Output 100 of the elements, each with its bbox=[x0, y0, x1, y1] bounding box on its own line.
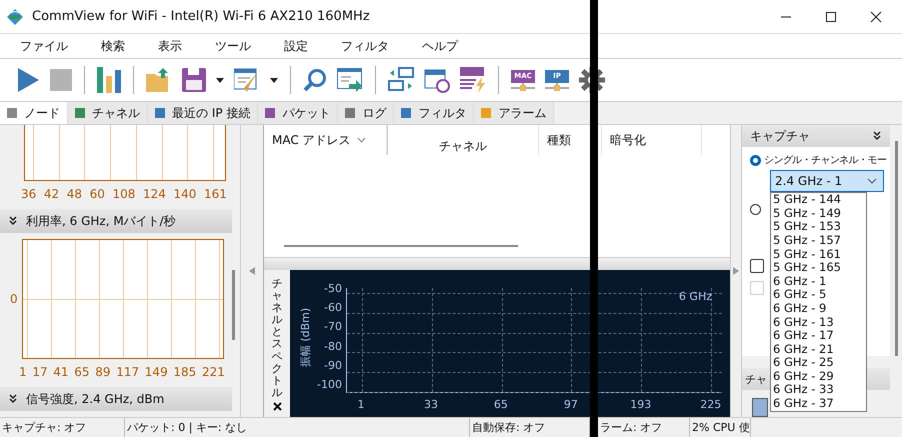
column-header[interactable]: MAC アドレス bbox=[264, 125, 387, 155]
axis-tick-label: 33 bbox=[424, 398, 438, 411]
tab-icon bbox=[343, 106, 358, 120]
tab-icon bbox=[479, 106, 494, 120]
axis-tick-label: 41 bbox=[53, 365, 69, 379]
menu-item[interactable]: 設定 bbox=[284, 38, 319, 54]
export-icon[interactable] bbox=[337, 68, 363, 92]
dropdown-option[interactable]: 5 GHz - 144 bbox=[773, 193, 866, 207]
caret-icon[interactable] bbox=[270, 78, 278, 82]
tab-icon bbox=[5, 106, 19, 120]
window-title: CommView for WiFi - Intel(R) Wi-Fi 6 AX210 160MHz bbox=[32, 9, 370, 24]
tab-icon bbox=[399, 106, 414, 120]
search-icon[interactable] bbox=[303, 68, 327, 92]
panel-header[interactable]: キャプチャ bbox=[742, 125, 890, 148]
dropdown-option[interactable]: 5 GHz - 165 bbox=[773, 261, 866, 275]
network-adapters-icon[interactable] bbox=[388, 67, 414, 93]
dropdown-option[interactable]: 5 GHz - 149 bbox=[773, 206, 866, 220]
view-tab[interactable]: ログ bbox=[338, 102, 394, 124]
axis-tick-label: 65 bbox=[74, 365, 90, 379]
axis-tick-label: 108 bbox=[112, 187, 136, 201]
axis-tick-label: 185 bbox=[173, 365, 196, 379]
dropdown-option[interactable]: 5 GHz - 153 bbox=[773, 220, 866, 234]
axis-tick-label: 36 bbox=[21, 187, 36, 201]
menu-item[interactable]: フィルタ bbox=[341, 38, 400, 54]
axis-tick-label: -100 bbox=[316, 378, 342, 391]
axis-tick-label: 161 bbox=[204, 187, 227, 201]
menu-item[interactable]: 表示 bbox=[158, 38, 193, 54]
dropdown-option[interactable]: 6 GHz - 25 bbox=[773, 356, 866, 370]
binary-data-icon[interactable] bbox=[460, 67, 486, 93]
tab-icon bbox=[73, 106, 87, 120]
tab-icon bbox=[153, 106, 167, 120]
axis-tick-label: 149 bbox=[144, 365, 168, 379]
axis-tick-label: 42 bbox=[44, 187, 60, 201]
dropdown-option[interactable]: 5 GHz - 161 bbox=[773, 248, 866, 262]
axis-tick-label: 225 bbox=[700, 398, 722, 411]
color-swatch bbox=[752, 398, 768, 417]
channel-dropdown[interactable]: 2.4 GHz - 1 bbox=[770, 170, 884, 192]
status-text: 2% CPU 使 bbox=[690, 418, 751, 437]
menu-item[interactable]: ファイル bbox=[20, 38, 79, 54]
section-header[interactable]: 利用率, 6 GHz, Mバイト/秒 bbox=[0, 209, 232, 233]
axis-tick-label: 124 bbox=[143, 187, 166, 201]
save-icon[interactable] bbox=[182, 68, 206, 92]
document-brush-icon[interactable] bbox=[234, 68, 260, 92]
sort-caret-icon bbox=[356, 137, 366, 143]
axis-tick-label: 48 bbox=[66, 187, 82, 201]
scrollbar-thumb[interactable] bbox=[232, 270, 235, 340]
radio-label: シングル・チャンネル・モー bbox=[764, 154, 886, 168]
view-tab[interactable]: アラーム bbox=[474, 102, 554, 124]
menu-item[interactable]: ツール bbox=[215, 38, 262, 54]
dropdown-option[interactable]: 6 GHz - 1 bbox=[773, 274, 866, 288]
bar-chart-icon[interactable] bbox=[97, 67, 121, 93]
axis-tick-label: -60 bbox=[323, 301, 342, 314]
close-icon[interactable] bbox=[272, 402, 282, 411]
dropdown-option[interactable]: 6 GHz - 21 bbox=[773, 342, 866, 356]
double-chevron-icon[interactable] bbox=[872, 131, 882, 142]
scrollbar-thumb[interactable] bbox=[895, 141, 898, 356]
view-tab[interactable]: ノード bbox=[0, 102, 68, 124]
dropdown-option[interactable]: 6 GHz - 33 bbox=[773, 383, 866, 398]
axis-label: 振幅 (dBm) bbox=[298, 308, 314, 368]
dropdown-option[interactable]: 6 GHz - 9 bbox=[773, 302, 866, 316]
radio-button[interactable] bbox=[750, 154, 761, 166]
axis-tick-label: 193 bbox=[630, 398, 652, 411]
view-tab[interactable]: パケット bbox=[258, 102, 338, 124]
column-header[interactable]: 暗号化 bbox=[602, 125, 702, 155]
axis-tick-label: -50 bbox=[323, 282, 342, 295]
maximize-icon[interactable] bbox=[825, 10, 837, 22]
dropdown-option[interactable]: 6 GHz - 5 bbox=[773, 288, 866, 302]
dropdown-option[interactable]: 6 GHz - 29 bbox=[773, 370, 866, 384]
band-label: 6 GHz bbox=[678, 290, 712, 303]
double-chevron-icon[interactable] bbox=[8, 216, 18, 226]
axis-tick-label: 97 bbox=[564, 398, 578, 411]
axis-tick-label: 117 bbox=[116, 365, 140, 379]
chevron-down-icon bbox=[867, 178, 877, 184]
dropdown-option[interactable]: 5 GHz - 157 bbox=[773, 234, 866, 248]
close-icon[interactable] bbox=[870, 10, 882, 22]
status-text: キャプチャ: オフ bbox=[0, 418, 125, 437]
caret-icon[interactable] bbox=[216, 78, 224, 82]
axis-tick-label: 0 bbox=[10, 292, 19, 306]
axis-tick-label: 89 bbox=[95, 365, 111, 379]
view-tab[interactable]: 最近の IP 接続 bbox=[148, 102, 258, 124]
tab-icon bbox=[263, 106, 278, 120]
section-header[interactable]: 信号強度, 2.4 GHz, dBm bbox=[0, 387, 232, 411]
play-icon[interactable] bbox=[16, 67, 40, 93]
axis-tick-label: 65 bbox=[494, 398, 508, 411]
menu-item[interactable]: 検索 bbox=[101, 38, 136, 54]
checkbox[interactable] bbox=[750, 259, 764, 274]
double-chevron-icon[interactable] bbox=[8, 394, 18, 404]
scrollbar-thumb[interactable] bbox=[284, 245, 518, 247]
app-logo-icon bbox=[6, 8, 24, 26]
axis-tick-label: 17 bbox=[32, 365, 48, 379]
dropdown-option[interactable]: 6 GHz - 13 bbox=[773, 316, 866, 330]
calendar-clock-icon[interactable] bbox=[424, 67, 450, 93]
axis-tick-label: -70 bbox=[323, 320, 342, 334]
view-tab[interactable]: フィルタ bbox=[394, 102, 474, 124]
dropdown-option[interactable]: 6 GHz - 37 bbox=[773, 397, 866, 411]
view-tab[interactable]: チャネル bbox=[68, 102, 148, 124]
column-header[interactable]: チャネル bbox=[387, 125, 539, 155]
radio-button[interactable] bbox=[750, 204, 761, 216]
dropdown-option[interactable]: 6 GHz - 17 bbox=[773, 329, 866, 343]
menu-item[interactable]: ヘルプ bbox=[422, 38, 469, 54]
